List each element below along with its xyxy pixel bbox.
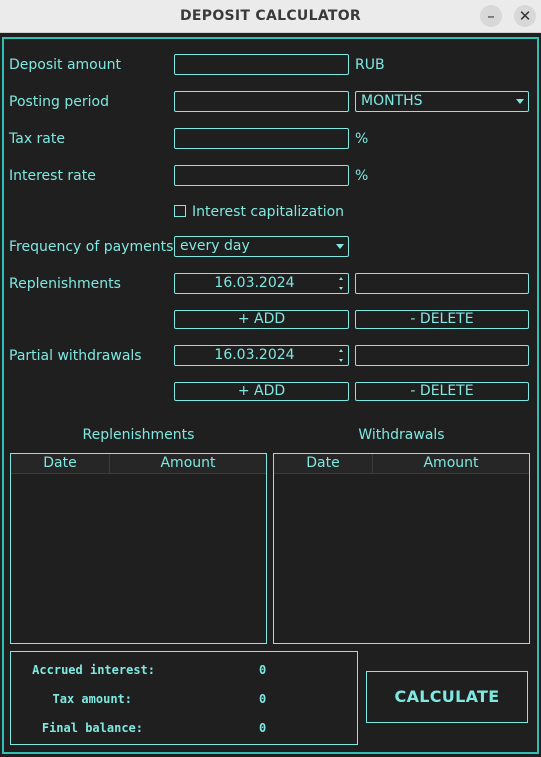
posting-period-input[interactable]: [174, 91, 349, 112]
spin-arrows-icon[interactable]: [339, 348, 345, 363]
delete-replenishment-button[interactable]: - DELETE: [355, 310, 529, 329]
interest-rate-unit: %: [355, 168, 369, 184]
column-header-date[interactable]: Date: [274, 454, 373, 474]
tax-rate-label: Tax rate: [9, 131, 65, 147]
period-unit-value: MONTHS: [361, 93, 423, 109]
replenishment-amount-input[interactable]: [355, 273, 529, 294]
calculate-button[interactable]: CALCULATE: [366, 671, 528, 723]
deposit-currency-label: RUB: [355, 57, 385, 73]
frequency-value: every day: [180, 238, 250, 254]
accrued-interest-label: Accrued interest:: [32, 663, 155, 677]
withdrawals-table-title: Withdrawals: [358, 427, 445, 443]
deposit-amount-input[interactable]: [174, 54, 349, 75]
interest-rate-label: Interest rate: [9, 168, 96, 184]
column-header-amount[interactable]: Amount: [373, 454, 529, 474]
replenishments-table-title: Replenishments: [82, 427, 195, 443]
withdrawals-label: Partial withdrawals: [9, 348, 142, 364]
delete-withdrawal-button[interactable]: - DELETE: [355, 382, 529, 401]
frequency-select[interactable]: every day: [174, 236, 349, 257]
period-unit-select[interactable]: MONTHS: [355, 91, 529, 112]
add-replenishment-button[interactable]: + ADD: [174, 310, 349, 329]
replenishments-table[interactable]: Date Amount: [10, 453, 267, 644]
withdrawal-date-value: 16.03.2024: [214, 347, 295, 363]
tax-amount-value: 0: [259, 692, 267, 706]
add-withdrawal-button[interactable]: + ADD: [174, 382, 349, 401]
capitalization-label: Interest capitalization: [192, 204, 345, 220]
accrued-interest-value: 0: [259, 663, 267, 677]
interest-rate-input[interactable]: [174, 165, 349, 186]
capitalization-checkbox[interactable]: [174, 205, 186, 217]
replenishment-date-value: 16.03.2024: [214, 275, 295, 291]
withdrawal-amount-input[interactable]: [355, 345, 529, 366]
tax-rate-input[interactable]: [174, 128, 349, 149]
tax-rate-unit: %: [355, 131, 369, 147]
replenishments-label: Replenishments: [9, 276, 121, 292]
final-balance-label: Final balance:: [41, 721, 143, 735]
window-title: DEPOSIT CALCULATOR: [179, 8, 362, 24]
chevron-down-icon: [516, 99, 524, 104]
withdrawal-date-input[interactable]: 16.03.2024: [174, 345, 349, 366]
title-bar: DEPOSIT CALCULATOR – ✕: [0, 0, 541, 33]
spin-arrows-icon[interactable]: [339, 276, 345, 291]
replenishment-date-input[interactable]: 16.03.2024: [174, 273, 349, 294]
final-balance-value: 0: [259, 721, 267, 735]
deposit-amount-label: Deposit amount: [9, 57, 121, 73]
close-button[interactable]: ✕: [514, 5, 536, 27]
frequency-label: Frequency of payments: [9, 239, 174, 255]
withdrawals-table[interactable]: Date Amount: [273, 453, 530, 644]
posting-period-label: Posting period: [9, 94, 109, 110]
column-header-amount[interactable]: Amount: [110, 454, 266, 474]
table-header: Date Amount: [274, 454, 529, 474]
chevron-down-icon: [336, 244, 344, 249]
results-panel: Accrued interest: 0 Tax amount: 0 Final …: [10, 651, 358, 745]
tax-amount-label: Tax amount:: [52, 692, 132, 706]
table-header: Date Amount: [11, 454, 266, 474]
column-header-date[interactable]: Date: [11, 454, 110, 474]
minimize-button[interactable]: –: [480, 5, 502, 27]
